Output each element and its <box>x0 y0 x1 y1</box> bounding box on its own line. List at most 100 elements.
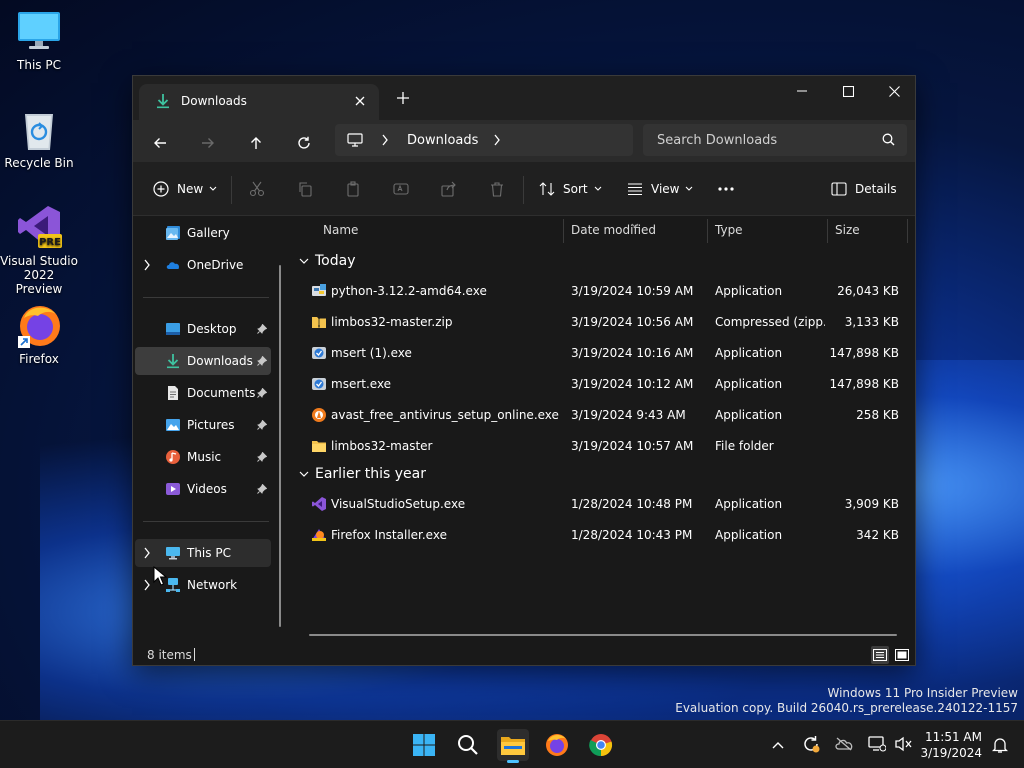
file-size: 147,898 KB <box>829 346 899 360</box>
file-date: 3/19/2024 10:59 AM <box>571 284 694 298</box>
minimize-button[interactable] <box>779 76 825 106</box>
new-tab-button[interactable] <box>393 88 413 108</box>
desktop-icon <box>165 321 181 337</box>
column-divider[interactable] <box>563 219 564 243</box>
chevron-right-icon <box>381 134 389 149</box>
command-bar: New Sort View Details <box>133 162 915 216</box>
windows-logo-icon <box>413 734 435 756</box>
group-header-earlier-this-year[interactable]: Earlier this year <box>299 466 426 482</box>
python-installer-icon <box>311 283 327 299</box>
breadcrumb-downloads[interactable]: Downloads <box>407 133 478 148</box>
file-row[interactable]: limbos32-master 3/19/2024 10:57 AM File … <box>301 431 905 461</box>
column-divider[interactable] <box>827 219 828 243</box>
chevron-up-icon <box>772 742 784 749</box>
chevron-right-icon[interactable] <box>143 547 151 562</box>
sidebar-item-gallery[interactable]: Gallery <box>135 219 271 247</box>
onedrive-offline-icon[interactable] <box>834 737 854 754</box>
maximize-button[interactable] <box>825 76 871 106</box>
chevron-down-icon <box>594 186 601 191</box>
network-status-icon[interactable] <box>868 735 887 755</box>
sidebar-item-pictures[interactable]: Pictures <box>135 411 271 439</box>
chevron-right-icon[interactable] <box>493 134 501 149</box>
sidebar-item-downloads[interactable]: Downloads <box>135 347 271 375</box>
file-row[interactable]: avast_free_antivirus_setup_online.exe 3/… <box>301 400 905 430</box>
sidebar-item-documents[interactable]: Documents <box>135 379 271 407</box>
delete-button[interactable] <box>489 176 505 202</box>
sync-status-icon[interactable] <box>802 735 820 756</box>
tab-downloads[interactable]: Downloads <box>139 84 379 120</box>
column-header-date[interactable]: Date modified <box>571 223 656 237</box>
paste-button[interactable] <box>345 176 361 202</box>
forward-button[interactable] <box>193 128 223 158</box>
details-view-button[interactable] <box>871 646 889 664</box>
show-hidden-icons-button[interactable] <box>772 738 784 752</box>
large-icons-view-button[interactable] <box>893 646 911 664</box>
rename-button[interactable] <box>393 176 409 202</box>
folder-icon <box>311 438 327 454</box>
sidebar-item-onedrive[interactable]: OneDrive <box>135 251 271 279</box>
file-date: 3/19/2024 10:12 AM <box>571 377 694 391</box>
horizontal-scrollbar[interactable] <box>309 634 897 636</box>
column-divider[interactable] <box>907 219 908 243</box>
music-icon <box>165 449 181 465</box>
file-size: 3,909 KB <box>844 497 899 511</box>
view-button[interactable]: View <box>627 176 693 202</box>
file-row[interactable]: limbos32-master.zip 3/19/2024 10:56 AM C… <box>301 307 905 337</box>
share-button[interactable] <box>441 176 457 202</box>
clock[interactable]: 11:51 AM 3/19/2024 <box>920 729 982 761</box>
search-box[interactable] <box>643 124 907 156</box>
firefox-taskbar-button[interactable] <box>541 729 573 761</box>
title-bar: Downloads <box>133 76 915 120</box>
refresh-button[interactable] <box>289 128 319 158</box>
copy-button[interactable] <box>297 176 313 202</box>
details-pane-button[interactable]: Details <box>831 176 897 202</box>
start-button[interactable] <box>408 729 440 761</box>
file-row[interactable]: VisualStudioSetup.exe 1/28/2024 10:48 PM… <box>301 489 905 519</box>
chrome-taskbar-button[interactable] <box>585 729 617 761</box>
search-input[interactable] <box>643 124 873 156</box>
file-explorer-taskbar-button[interactable] <box>497 729 529 763</box>
watermark-line-2: Evaluation copy. Build 26040.rs_prerelea… <box>675 701 1018 715</box>
videos-icon <box>165 481 181 497</box>
file-row[interactable]: msert (1).exe 3/19/2024 10:16 AM Applica… <box>301 338 905 368</box>
arrow-up-icon <box>251 137 261 149</box>
volume-muted-icon[interactable] <box>894 736 912 755</box>
sort-button[interactable]: Sort <box>539 176 602 202</box>
desktop-icon-recycle-bin[interactable]: Recycle Bin <box>0 106 78 170</box>
desktop-icon-firefox[interactable]: Firefox <box>0 302 78 366</box>
sidebar-item-videos[interactable]: Videos <box>135 475 271 503</box>
sidebar-scrollbar[interactable] <box>279 265 281 627</box>
file-date: 3/19/2024 10:56 AM <box>571 315 694 329</box>
search-icon <box>458 735 478 755</box>
sidebar-item-music[interactable]: Music <box>135 443 271 471</box>
column-header-name[interactable]: Name <box>323 223 358 237</box>
file-row[interactable]: python-3.12.2-amd64.exe 3/19/2024 10:59 … <box>301 276 905 306</box>
column-divider[interactable] <box>707 219 708 243</box>
search-taskbar-button[interactable] <box>452 729 484 761</box>
sidebar-item-this-pc[interactable]: This PC <box>135 539 271 567</box>
new-button[interactable]: New <box>153 176 217 202</box>
up-button[interactable] <box>241 128 271 158</box>
desktop-icon-label: Visual Studio 2022 Preview <box>0 254 78 296</box>
file-row[interactable]: msert.exe 3/19/2024 10:12 AM Application… <box>301 369 905 399</box>
notifications-button[interactable] <box>984 729 1016 761</box>
more-options-button[interactable] <box>717 176 735 202</box>
file-row[interactable]: Firefox Installer.exe 1/28/2024 10:43 PM… <box>301 520 905 550</box>
view-button-label: View <box>651 182 680 196</box>
column-header-type[interactable]: Type <box>715 223 743 237</box>
clock-date: 3/19/2024 <box>920 746 982 760</box>
desktop-icon-visual-studio[interactable]: PRE Visual Studio 2022 Preview <box>0 204 78 296</box>
back-button[interactable] <box>145 128 175 158</box>
close-button[interactable] <box>871 76 915 106</box>
chevron-right-icon[interactable] <box>143 579 151 594</box>
search-icon[interactable] <box>882 133 895 149</box>
address-bar[interactable]: Downloads <box>335 124 633 156</box>
group-header-today[interactable]: Today <box>299 253 356 269</box>
desktop-icon-this-pc[interactable]: This PC <box>0 8 78 72</box>
close-tab-icon[interactable] <box>351 92 369 110</box>
column-header-size[interactable]: Size <box>835 223 860 237</box>
zip-folder-icon <box>311 314 327 330</box>
cut-button[interactable] <box>249 176 265 202</box>
sidebar-item-desktop[interactable]: Desktop <box>135 315 271 343</box>
chevron-right-icon[interactable] <box>143 259 151 274</box>
